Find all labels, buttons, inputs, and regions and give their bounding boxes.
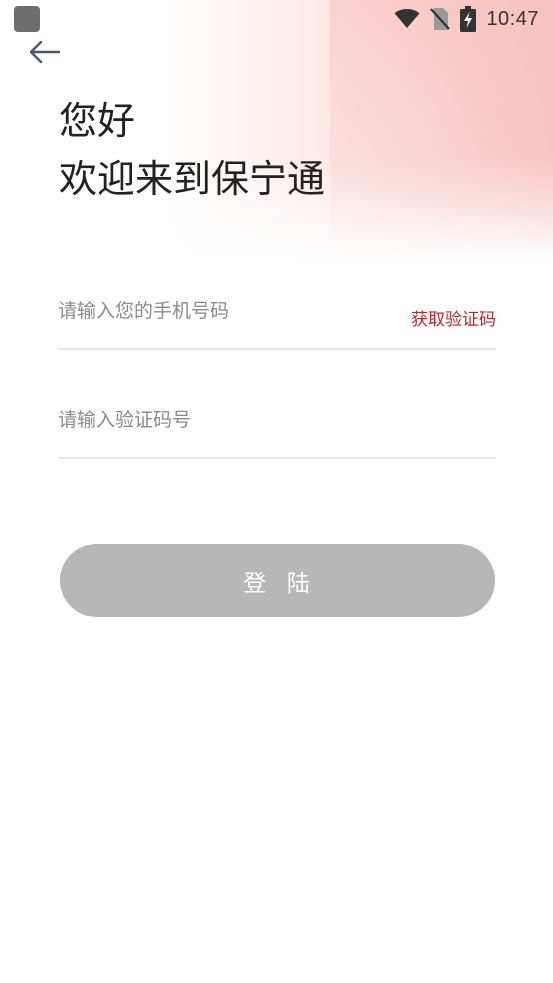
back-button[interactable]: [24, 38, 64, 70]
wifi-icon: [394, 9, 420, 29]
verification-code-input[interactable]: [58, 397, 378, 443]
login-button[interactable]: 登 陆: [60, 544, 495, 617]
greeting: 您好 欢迎来到保宁通: [59, 92, 325, 208]
status-bar: 10:47: [0, 0, 553, 38]
status-icons: 10:47: [394, 5, 539, 33]
status-time: 10:47: [486, 7, 539, 30]
phone-input[interactable]: [58, 288, 378, 334]
battery-charging-icon: [460, 6, 477, 32]
header-background-overlay: [330, 0, 553, 260]
code-field: [58, 397, 496, 459]
no-sim-icon: [430, 7, 451, 31]
phone-field: 获取验证码: [58, 288, 496, 350]
greeting-welcome: 欢迎来到保宁通: [59, 157, 326, 201]
greeting-hello: 您好: [59, 99, 136, 143]
notification-app-icon: [14, 6, 40, 32]
arrow-left-icon: [27, 40, 61, 68]
get-code-button[interactable]: 获取验证码: [411, 305, 496, 330]
